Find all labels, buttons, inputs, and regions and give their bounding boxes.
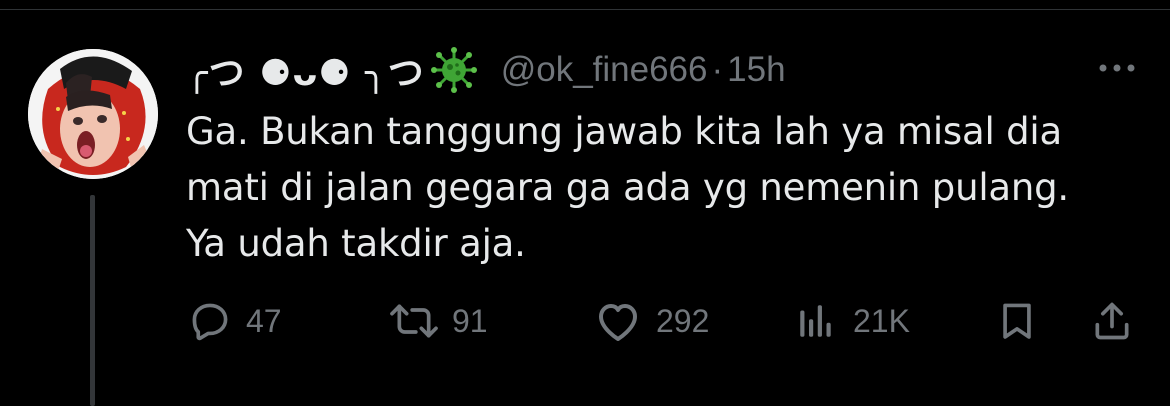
tweet-header: ╭つ ⚈ᴗ⚈ ╮つ @ok_fine666 · 15h [186,46,786,94]
like-button[interactable]: 292 [594,295,709,347]
timestamp[interactable]: 15h [727,50,785,90]
views-icon [800,305,831,337]
display-name[interactable]: ╭つ ⚈ᴗ⚈ ╮つ [186,44,425,96]
bookmark-icon [1003,303,1031,339]
share-button[interactable] [1090,295,1134,347]
like-count: 292 [656,302,710,339]
retweet-count: 91 [452,302,488,339]
share-icon [1095,302,1129,340]
tweet-text-line: Ya udah takdir aja. [186,222,526,265]
retweet-icon [390,304,438,338]
reply-count: 47 [246,302,282,339]
heart-icon [599,304,637,341]
avatar[interactable] [28,49,158,179]
reply-button[interactable]: 47 [188,295,282,347]
user-handle[interactable]: @ok_fine666 [501,50,708,90]
separator-dot: · [711,50,724,89]
microbe-icon [430,47,477,93]
more-horizontal-icon [1099,64,1135,72]
tweet-text-line: mati di jalan gegara ga ada yg nemenin p… [186,166,1069,209]
views-count: 21K [853,302,910,339]
tweet-text-line: Ga. Bukan tanggung jawab kita lah ya mis… [186,110,1062,153]
avatar-image [28,49,158,179]
tweet-text: Ga. Bukan tanggung jawab kita lah ya mis… [186,104,1146,272]
retweet-button[interactable]: 91 [386,295,488,347]
top-divider [0,9,1170,10]
bookmark-button[interactable] [995,295,1039,347]
views-button[interactable]: 21K [795,295,910,347]
tweet-actions-bar: 47 91 292 21K [0,295,1170,347]
reply-icon [192,303,228,341]
more-options-button[interactable] [1093,54,1141,82]
